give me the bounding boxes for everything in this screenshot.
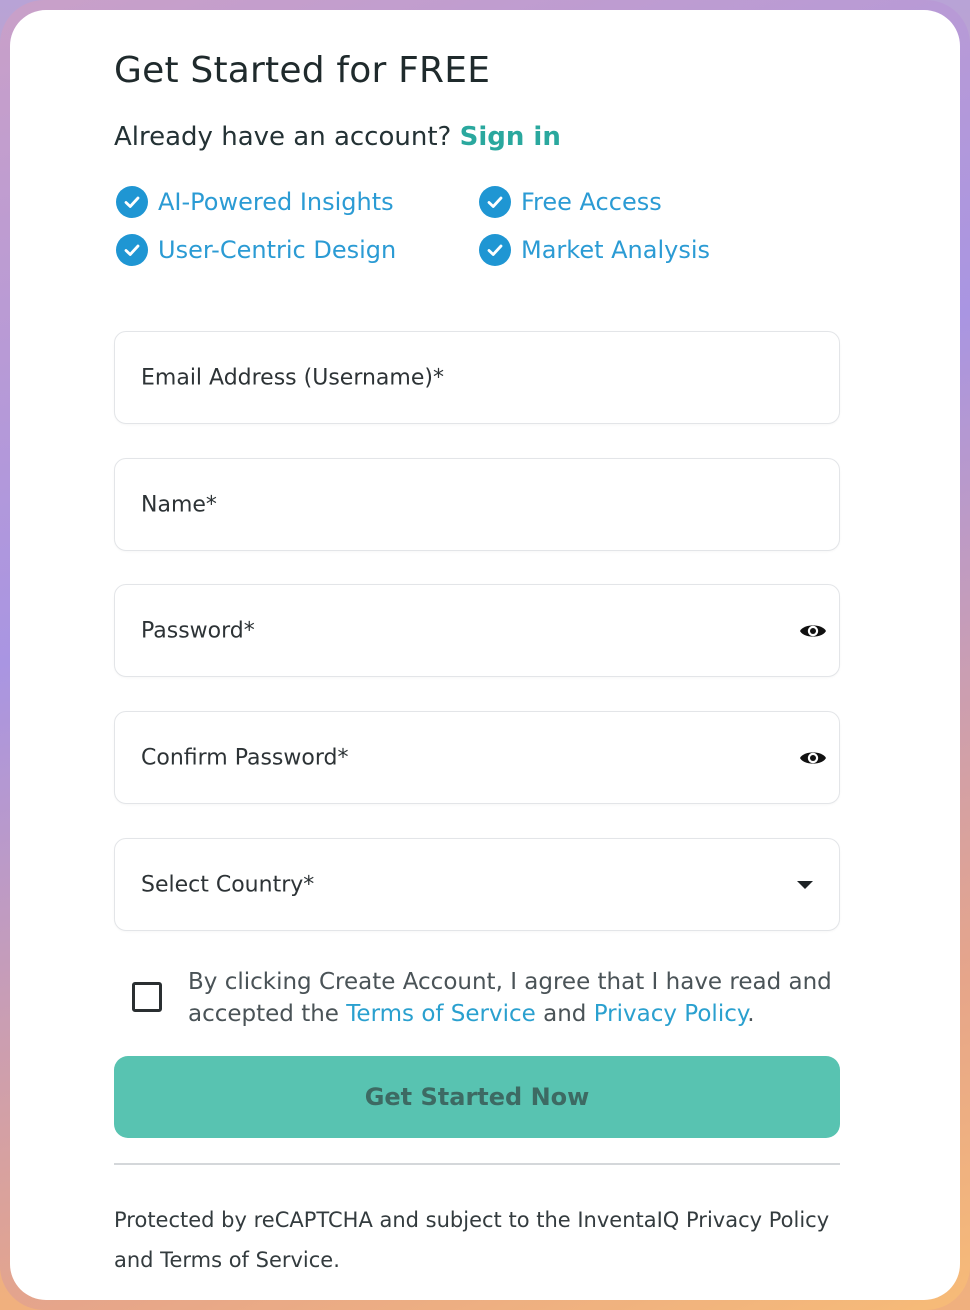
signin-prompt: Already have an account? — [114, 122, 452, 152]
agreement-text-and: and — [543, 1001, 587, 1027]
name-input[interactable] — [115, 459, 839, 550]
signup-card: Get Started for FREE Already have an acc… — [10, 10, 960, 1300]
recaptcha-notice: Protected by reCAPTCHA and subject to th… — [114, 1208, 830, 1272]
caret-down-icon[interactable] — [797, 880, 813, 889]
check-circle-icon — [479, 186, 511, 218]
eye-icon[interactable] — [797, 742, 829, 774]
agreement-text: By clicking Create Account, I agree that… — [188, 966, 848, 1030]
page-title: Get Started for FREE — [114, 50, 491, 91]
feature-item-free-access: Free Access — [479, 186, 662, 218]
feature-label: User-Centric Design — [158, 236, 397, 264]
feature-list: AI-Powered Insights Free Access User-Cen… — [116, 186, 736, 286]
feature-label: AI-Powered Insights — [158, 188, 394, 216]
feature-item-user-centric: User-Centric Design — [116, 234, 396, 266]
signin-prompt-line: Already have an account? Sign in — [114, 122, 561, 152]
confirm-password-field: Confirm Password* — [114, 711, 840, 804]
check-circle-icon — [116, 234, 148, 266]
password-input[interactable] — [115, 585, 839, 676]
email-input[interactable] — [115, 332, 839, 423]
agreement-text-end: . — [747, 1001, 755, 1027]
email-field: Email Address (Username)* — [114, 331, 840, 424]
name-field: Name* — [114, 458, 840, 551]
confirm-password-input[interactable] — [115, 712, 839, 803]
get-started-button-label: Get Started Now — [364, 1083, 590, 1111]
check-circle-icon — [116, 186, 148, 218]
feature-item-ai-insights: AI-Powered Insights — [116, 186, 394, 218]
feature-label: Market Analysis — [521, 236, 711, 264]
agreement-row: By clicking Create Account, I agree that… — [132, 966, 840, 1036]
divider — [114, 1163, 840, 1165]
agreement-checkbox[interactable] — [132, 982, 162, 1012]
country-placeholder: Select Country* — [141, 872, 315, 897]
terms-of-service-link[interactable]: Terms of Service — [346, 1001, 536, 1027]
get-started-button[interactable]: Get Started Now — [114, 1056, 840, 1138]
feature-item-market-analysis: Market Analysis — [479, 234, 710, 266]
check-circle-icon — [479, 234, 511, 266]
country-select[interactable]: Select Country* — [114, 838, 840, 931]
privacy-policy-link[interactable]: Privacy Policy — [594, 1001, 747, 1027]
password-field: Password* — [114, 584, 840, 677]
signin-link[interactable]: Sign in — [460, 122, 561, 152]
feature-label: Free Access — [521, 188, 662, 216]
eye-icon[interactable] — [797, 615, 829, 647]
